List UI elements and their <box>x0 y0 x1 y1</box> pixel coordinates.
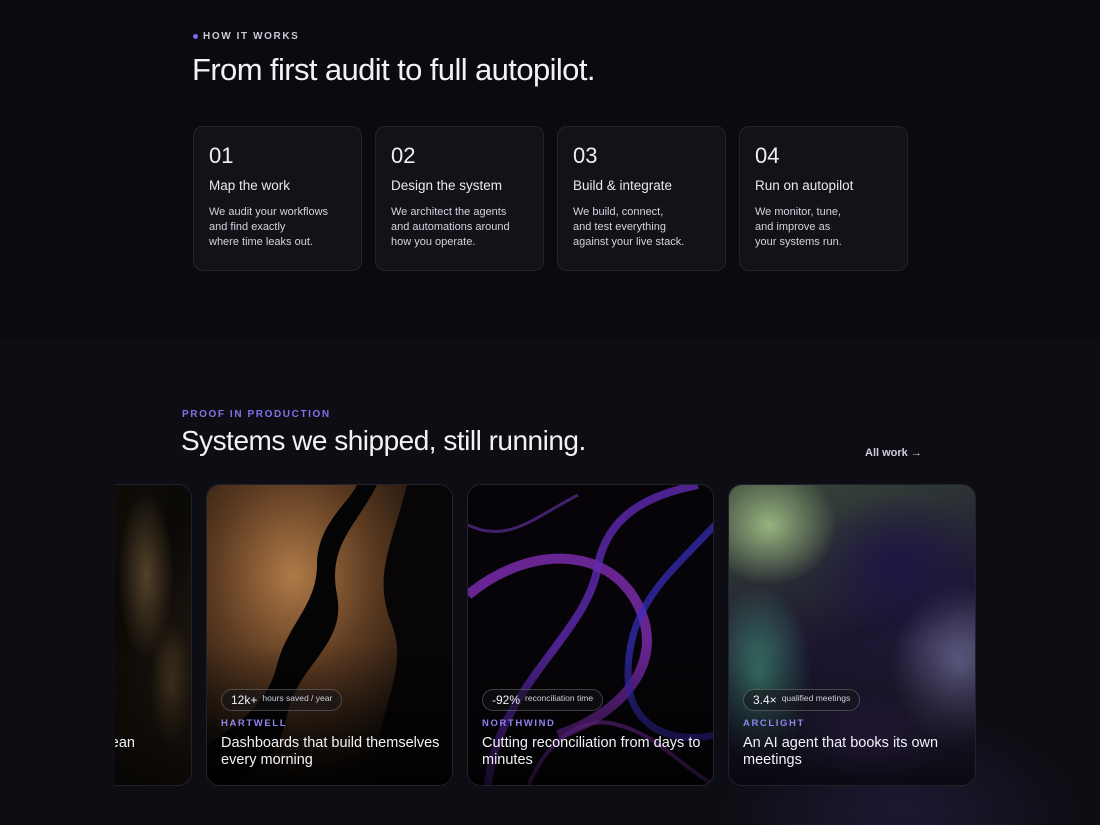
case-study-card-arclight[interactable]: 3.4× qualified meetings ARCLIGHT An AI a… <box>728 484 976 786</box>
client-name: NORTHWIND <box>482 718 556 729</box>
step-title: Run on autopilot <box>755 178 854 193</box>
step-description: We architect the agents and automations … <box>391 206 510 248</box>
step-card: 03 Build & integrate We build, connect, … <box>557 126 726 271</box>
client-name: HARTWELL <box>221 718 288 729</box>
bullet-dot-icon <box>193 34 198 39</box>
step-card: 02 Design the system We architect the ag… <box>375 126 544 271</box>
case-study-card-hartwell[interactable]: 12k+ hours saved / year HARTWELL Dashboa… <box>206 484 453 786</box>
case-study-headline: ean <box>115 735 135 751</box>
case-study-headline: An AI agent that books its own meetings <box>743 735 939 768</box>
case-study-headline: Dashboards that build themselves every m… <box>221 735 440 768</box>
step-title: Map the work <box>209 178 291 193</box>
step-card: 04 Run on autopilot We monitor, tune, an… <box>739 126 908 271</box>
step-number: 01 <box>209 143 234 168</box>
stat-value: 12k+ <box>231 693 258 707</box>
how-it-works-eyebrow: HOW IT WORKS <box>193 31 299 42</box>
stat-value: -92% <box>492 693 521 707</box>
proof-section: PROOF IN PRODUCTION Systems we shipped, … <box>0 340 1100 825</box>
all-work-link[interactable]: All work → <box>865 447 922 459</box>
step-description: We build, connect, and test everything a… <box>573 206 685 248</box>
case-study-card-partial[interactable]: ean <box>115 484 193 786</box>
case-study-card-northwind[interactable]: -92% reconciliation time NORTHWIND Cutti… <box>467 484 714 786</box>
stat-badge: 3.4× qualified meetings <box>743 689 861 711</box>
step-card: 01 Map the work We audit your workflows … <box>193 126 362 271</box>
steps-row: 01 Map the work We audit your workflows … <box>193 126 908 271</box>
step-number: 04 <box>755 143 780 168</box>
eyebrow-label: HOW IT WORKS <box>203 31 300 42</box>
stat-value: 3.4× <box>753 693 777 707</box>
step-title: Build & integrate <box>573 178 673 193</box>
how-it-works-section: HOW IT WORKS From first audit to full au… <box>0 0 1100 340</box>
step-title: Design the system <box>391 178 503 193</box>
stat-badge: 12k+ hours saved / year <box>221 689 343 711</box>
step-number: 03 <box>573 143 598 168</box>
stat-label: hours saved / year <box>262 693 333 703</box>
client-name: ARCLIGHT <box>743 718 805 729</box>
proof-eyebrow: PROOF IN PRODUCTION <box>182 409 331 420</box>
step-number: 02 <box>391 143 416 168</box>
stat-badge: -92% reconciliation time <box>482 689 604 711</box>
proof-title: Systems we shipped, still running. <box>181 425 586 456</box>
case-study-headline: Cutting reconciliation from days to minu… <box>482 735 701 768</box>
how-it-works-title: From first audit to full autopilot. <box>192 52 595 87</box>
stat-label: reconciliation time <box>525 693 594 703</box>
step-description: We monitor, tune, and improve as your sy… <box>755 206 842 248</box>
stat-label: qualified meetings <box>781 693 851 703</box>
step-description: We audit your workflows and find exactly… <box>209 206 329 248</box>
